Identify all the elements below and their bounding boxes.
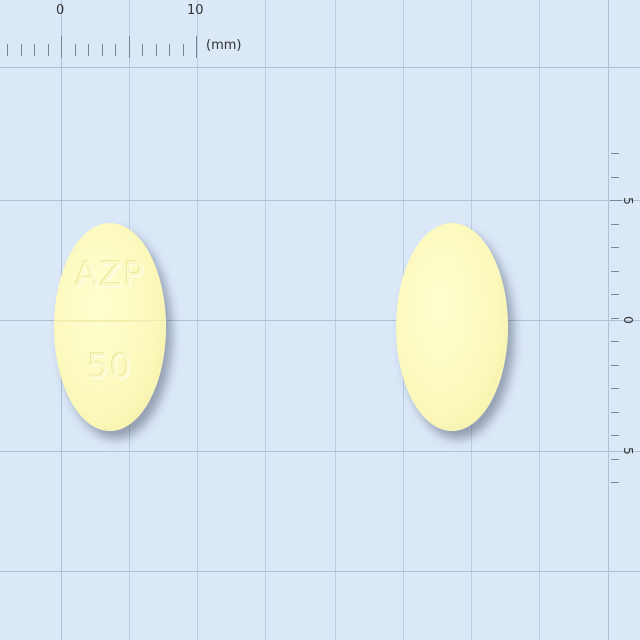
top-ruler-tick	[48, 44, 49, 56]
tablet-imprint-bottom: 50	[87, 347, 133, 387]
grid-horizontal-line	[0, 200, 640, 201]
right-ruler-label-0: 0	[620, 316, 635, 324]
top-ruler-tick	[169, 44, 170, 56]
top-ruler-tick	[75, 44, 76, 56]
top-ruler-tick	[156, 44, 157, 56]
top-ruler-label-0: 0	[56, 3, 65, 18]
right-ruler-tick	[611, 482, 619, 483]
grid-horizontal-line	[0, 67, 640, 68]
right-ruler-tick	[611, 388, 619, 389]
top-ruler-tick	[61, 36, 62, 58]
tablet-imprint-top: AZP	[74, 255, 146, 295]
right-ruler-tick	[611, 224, 619, 225]
right-ruler-tick	[611, 412, 619, 413]
top-ruler-tick	[7, 44, 8, 56]
right-ruler-tick	[611, 294, 619, 295]
tablet-front: AZP 50	[54, 223, 166, 431]
right-ruler-label-5-bottom: 5	[620, 447, 635, 455]
right-ruler-tick	[611, 153, 619, 154]
pill-identification-grid: 0 10 (mm) 5 0 5 AZP 50	[0, 0, 640, 640]
right-ruler-tick	[611, 435, 619, 436]
top-ruler-tick	[34, 44, 35, 56]
right-ruler-tick	[611, 459, 619, 460]
right-ruler-tick	[611, 247, 619, 248]
top-ruler-tick	[21, 44, 22, 56]
top-ruler-tick	[129, 36, 130, 58]
top-ruler-unit: (mm)	[206, 38, 242, 53]
top-ruler-tick	[142, 44, 143, 56]
right-ruler-tick	[610, 200, 622, 201]
top-ruler-label-10: 10	[187, 3, 204, 18]
right-ruler-tick	[611, 271, 619, 272]
top-ruler-tick	[115, 44, 116, 56]
grid-horizontal-line	[0, 451, 640, 452]
right-ruler-tick	[611, 341, 619, 342]
top-ruler-tick	[196, 36, 197, 58]
right-ruler-tick	[611, 177, 619, 178]
tablet-score-line	[54, 320, 166, 323]
top-ruler-tick	[88, 44, 89, 56]
grid-horizontal-line	[0, 571, 640, 572]
right-ruler-label-5-top: 5	[620, 197, 635, 205]
right-ruler-tick	[611, 318, 619, 319]
tablet-back	[396, 223, 508, 431]
top-ruler-tick	[102, 44, 103, 56]
top-ruler-tick	[183, 44, 184, 56]
right-ruler-tick	[611, 365, 619, 366]
